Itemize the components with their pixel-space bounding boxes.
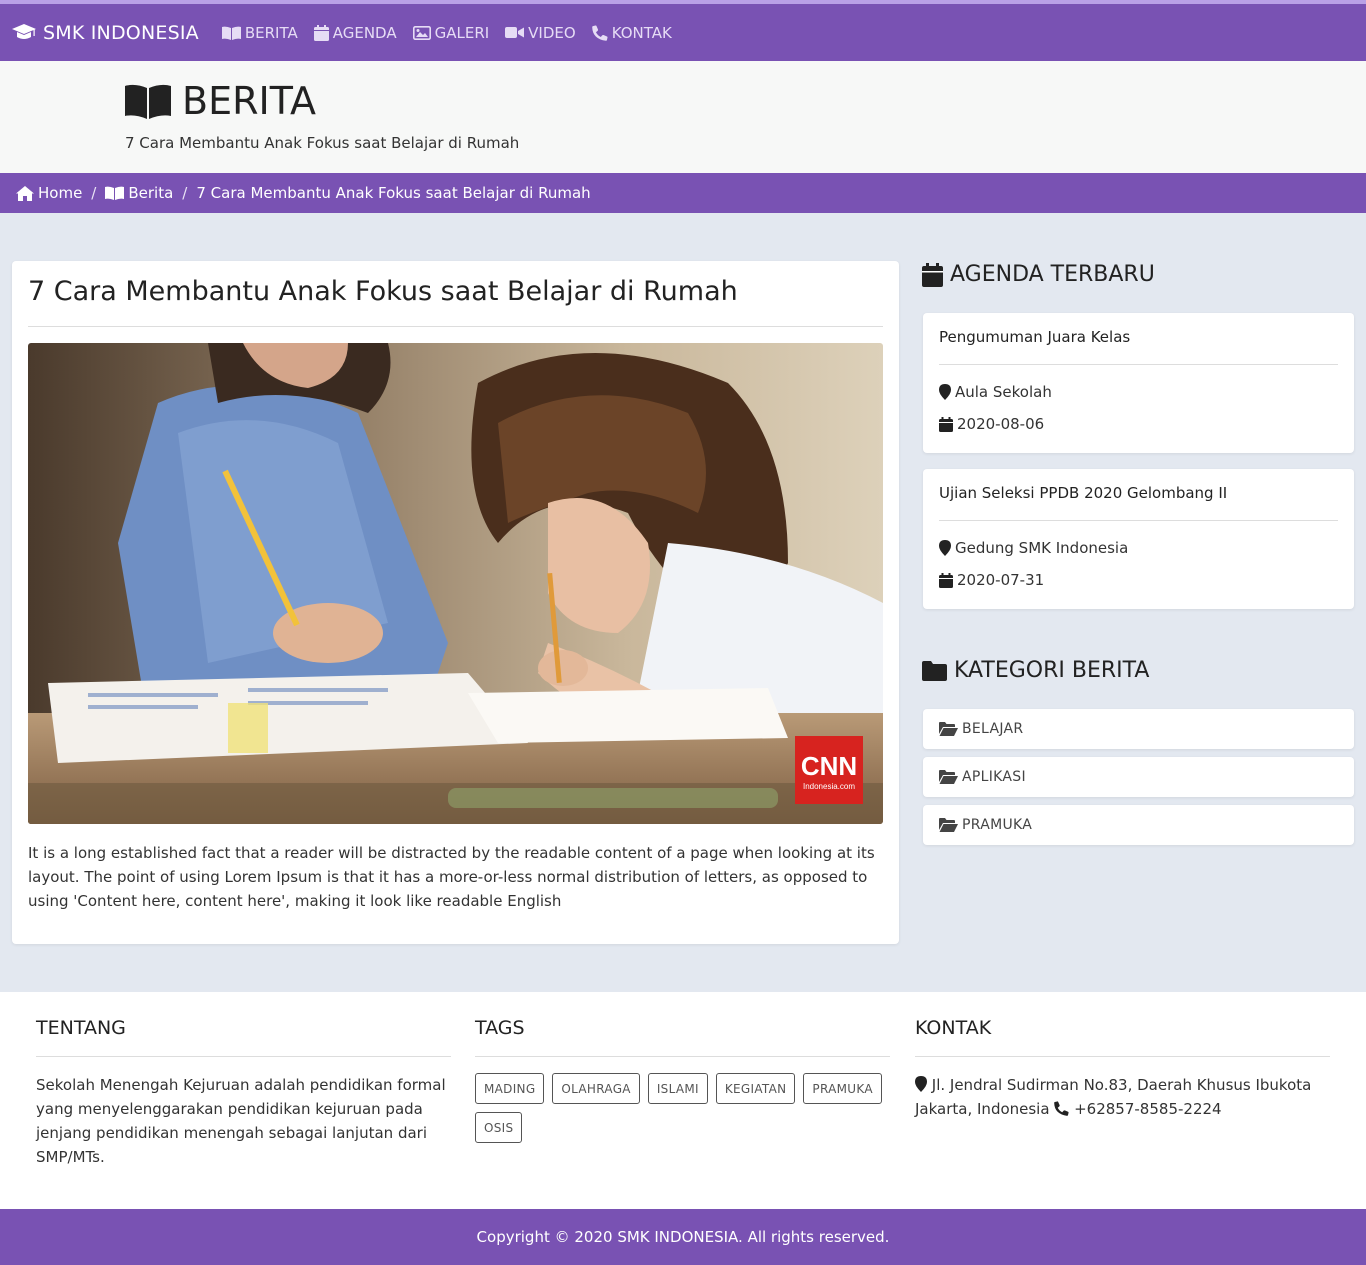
breadcrumb: Home / Berita / 7 Cara Membantu Anak Fok… <box>0 173 1366 213</box>
agenda-card[interactable]: Pengumuman Juara Kelas Aula Sekolah 2020… <box>923 313 1354 453</box>
map-marker-icon <box>939 540 951 556</box>
nav-item-video[interactable]: VIDEO <box>505 24 576 42</box>
tag-islami[interactable]: ISLAMI <box>647 1073 708 1104</box>
watermark-sub: Indonesia.com <box>803 782 855 791</box>
copyright-bar: Copyright © 2020 SMK INDONESIA. All righ… <box>0 1209 1366 1265</box>
agenda-heading: AGENDA TERBARU <box>922 262 1155 287</box>
footer-kontak-text: Jl. Jendral Sudirman No.83, Daerah Khusu… <box>915 1073 1335 1121</box>
book-open-icon <box>105 186 125 200</box>
brand-name: SMK INDONESIA <box>43 21 199 44</box>
article-title: 7 Cara Membantu Anak Fokus saat Belajar … <box>28 276 738 307</box>
tag-list: MADING OLAHRAGA ISLAMI KEGIATAN PRAMUKA … <box>475 1073 890 1151</box>
tag-olahraga[interactable]: OLAHRAGA <box>552 1073 640 1104</box>
graduation-cap-icon <box>12 24 36 39</box>
nav-label: AGENDA <box>332 23 397 42</box>
calendar-icon <box>922 262 943 287</box>
agenda-title: Ujian Seleksi PPDB 2020 Gelombang II <box>939 484 1228 502</box>
breadcrumb-home[interactable]: Home <box>16 184 82 202</box>
calendar-icon <box>939 416 953 432</box>
agenda-location-text: Gedung SMK Indonesia <box>955 539 1129 557</box>
calendar-icon <box>939 572 953 588</box>
folder-open-icon <box>939 722 958 736</box>
nav-item-galeri[interactable]: GALERI <box>412 23 490 42</box>
nav-label: GALERI <box>434 23 490 42</box>
agenda-date: 2020-08-06 <box>939 415 1044 433</box>
article-body: It is a long established fact that a rea… <box>28 844 875 910</box>
divider <box>939 520 1338 521</box>
phone-icon <box>591 24 608 41</box>
breadcrumb-current: 7 Cara Membantu Anak Fokus saat Belajar … <box>196 184 591 202</box>
nav-item-kontak[interactable]: KONTAK <box>591 23 672 42</box>
footer-phone: +62857-8585-2224 <box>1074 1100 1222 1118</box>
kategori-item-pramuka[interactable]: PRAMUKA <box>923 805 1354 845</box>
tag-kegiatan[interactable]: KEGIATAN <box>715 1073 796 1104</box>
folder-open-icon <box>939 770 958 784</box>
kategori-item-belajar[interactable]: BELAJAR <box>923 709 1354 749</box>
kategori-label: APLIKASI <box>962 769 1026 785</box>
top-navbar: SMK INDONESIA BERITA AGENDA GALERI VIDEO… <box>0 0 1366 61</box>
footer-tentang-text: Sekolah Menengah Kejuruan adalah pendidi… <box>36 1076 446 1166</box>
book-open-icon <box>221 26 241 40</box>
breadcrumb-home-label: Home <box>38 184 83 202</box>
agenda-date-text: 2020-07-31 <box>957 571 1045 589</box>
breadcrumb-separator: / <box>91 184 97 202</box>
agenda-heading-text: AGENDA TERBARU <box>950 262 1155 287</box>
article-image: CNN Indonesia.com <box>28 343 883 824</box>
footer: TENTANG Sekolah Menengah Kejuruan adalah… <box>0 992 1366 1209</box>
nav-item-berita[interactable]: BERITA <box>221 23 298 42</box>
article-card: 7 Cara Membantu Anak Fokus saat Belajar … <box>12 261 899 944</box>
breadcrumb-separator: / <box>182 184 188 202</box>
nav-label: KONTAK <box>611 23 672 42</box>
agenda-card[interactable]: Ujian Seleksi PPDB 2020 Gelombang II Ged… <box>923 469 1354 609</box>
calendar-icon <box>313 24 329 41</box>
watermark-brand: CNN <box>801 751 857 781</box>
agenda-location-text: Aula Sekolah <box>955 383 1052 401</box>
kategori-label: PRAMUKA <box>962 817 1033 833</box>
folder-icon <box>922 660 947 681</box>
page-subtitle: 7 Cara Membantu Anak Fokus saat Belajar … <box>125 134 520 152</box>
kategori-item-aplikasi[interactable]: APLIKASI <box>923 757 1354 797</box>
agenda-date-text: 2020-08-06 <box>957 415 1045 433</box>
page-title-text: BERITA <box>182 79 316 123</box>
video-camera-icon <box>505 27 525 38</box>
home-icon <box>16 185 34 201</box>
image-icon <box>412 25 431 40</box>
kategori-heading-text: KATEGORI BERITA <box>954 658 1150 683</box>
nav-menu: BERITA AGENDA GALERI VIDEO KONTAK <box>221 23 688 42</box>
folder-open-icon <box>939 818 958 832</box>
divider <box>36 1056 451 1057</box>
tag-osis[interactable]: OSIS <box>475 1112 523 1143</box>
footer-kontak-heading: KONTAK <box>915 1017 992 1039</box>
page-header: BERITA 7 Cara Membantu Anak Fokus saat B… <box>0 61 1366 173</box>
divider <box>28 326 883 327</box>
agenda-location: Gedung SMK Indonesia <box>939 539 1128 557</box>
page-title: BERITA <box>124 79 316 123</box>
agenda-title: Pengumuman Juara Kelas <box>939 328 1131 346</box>
footer-tags-heading: TAGS <box>475 1017 525 1039</box>
map-marker-icon <box>915 1076 927 1092</box>
agenda-date: 2020-07-31 <box>939 571 1044 589</box>
footer-tentang-heading: TENTANG <box>36 1017 126 1039</box>
nav-label: VIDEO <box>528 23 576 42</box>
divider <box>475 1056 890 1057</box>
brand-link[interactable]: SMK INDONESIA <box>12 22 199 44</box>
tag-mading[interactable]: MADING <box>475 1073 545 1104</box>
map-marker-icon <box>939 384 951 400</box>
breadcrumb-berita-label: Berita <box>128 184 174 202</box>
book-open-icon <box>125 84 171 119</box>
breadcrumb-berita[interactable]: Berita <box>105 184 173 202</box>
nav-label: BERITA <box>244 23 298 42</box>
kategori-label: BELAJAR <box>962 721 1024 737</box>
agenda-location: Aula Sekolah <box>939 383 1052 401</box>
kategori-heading: KATEGORI BERITA <box>922 658 1149 683</box>
divider <box>939 364 1338 365</box>
divider <box>915 1056 1330 1057</box>
phone-icon <box>1054 1101 1069 1116</box>
tag-pramuka[interactable]: PRAMUKA <box>803 1073 882 1104</box>
nav-item-agenda[interactable]: AGENDA <box>313 23 397 42</box>
